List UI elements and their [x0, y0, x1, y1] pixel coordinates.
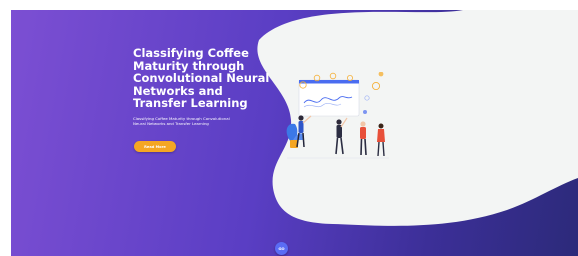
hero-section: Classifying Coffee Maturity through Conv…	[11, 10, 578, 256]
page-frame: Classifying Coffee Maturity through Conv…	[0, 0, 578, 256]
hero-subtitle: Classifying Coffee Maturity through Conv…	[133, 116, 230, 126]
scroll-down-button[interactable]: GO	[275, 242, 288, 255]
read-more-button[interactable]: Read More	[134, 141, 176, 152]
team-analytics-illustration	[286, 72, 389, 159]
hero-title: Classifying Coffee Maturity through Conv…	[133, 46, 270, 110]
